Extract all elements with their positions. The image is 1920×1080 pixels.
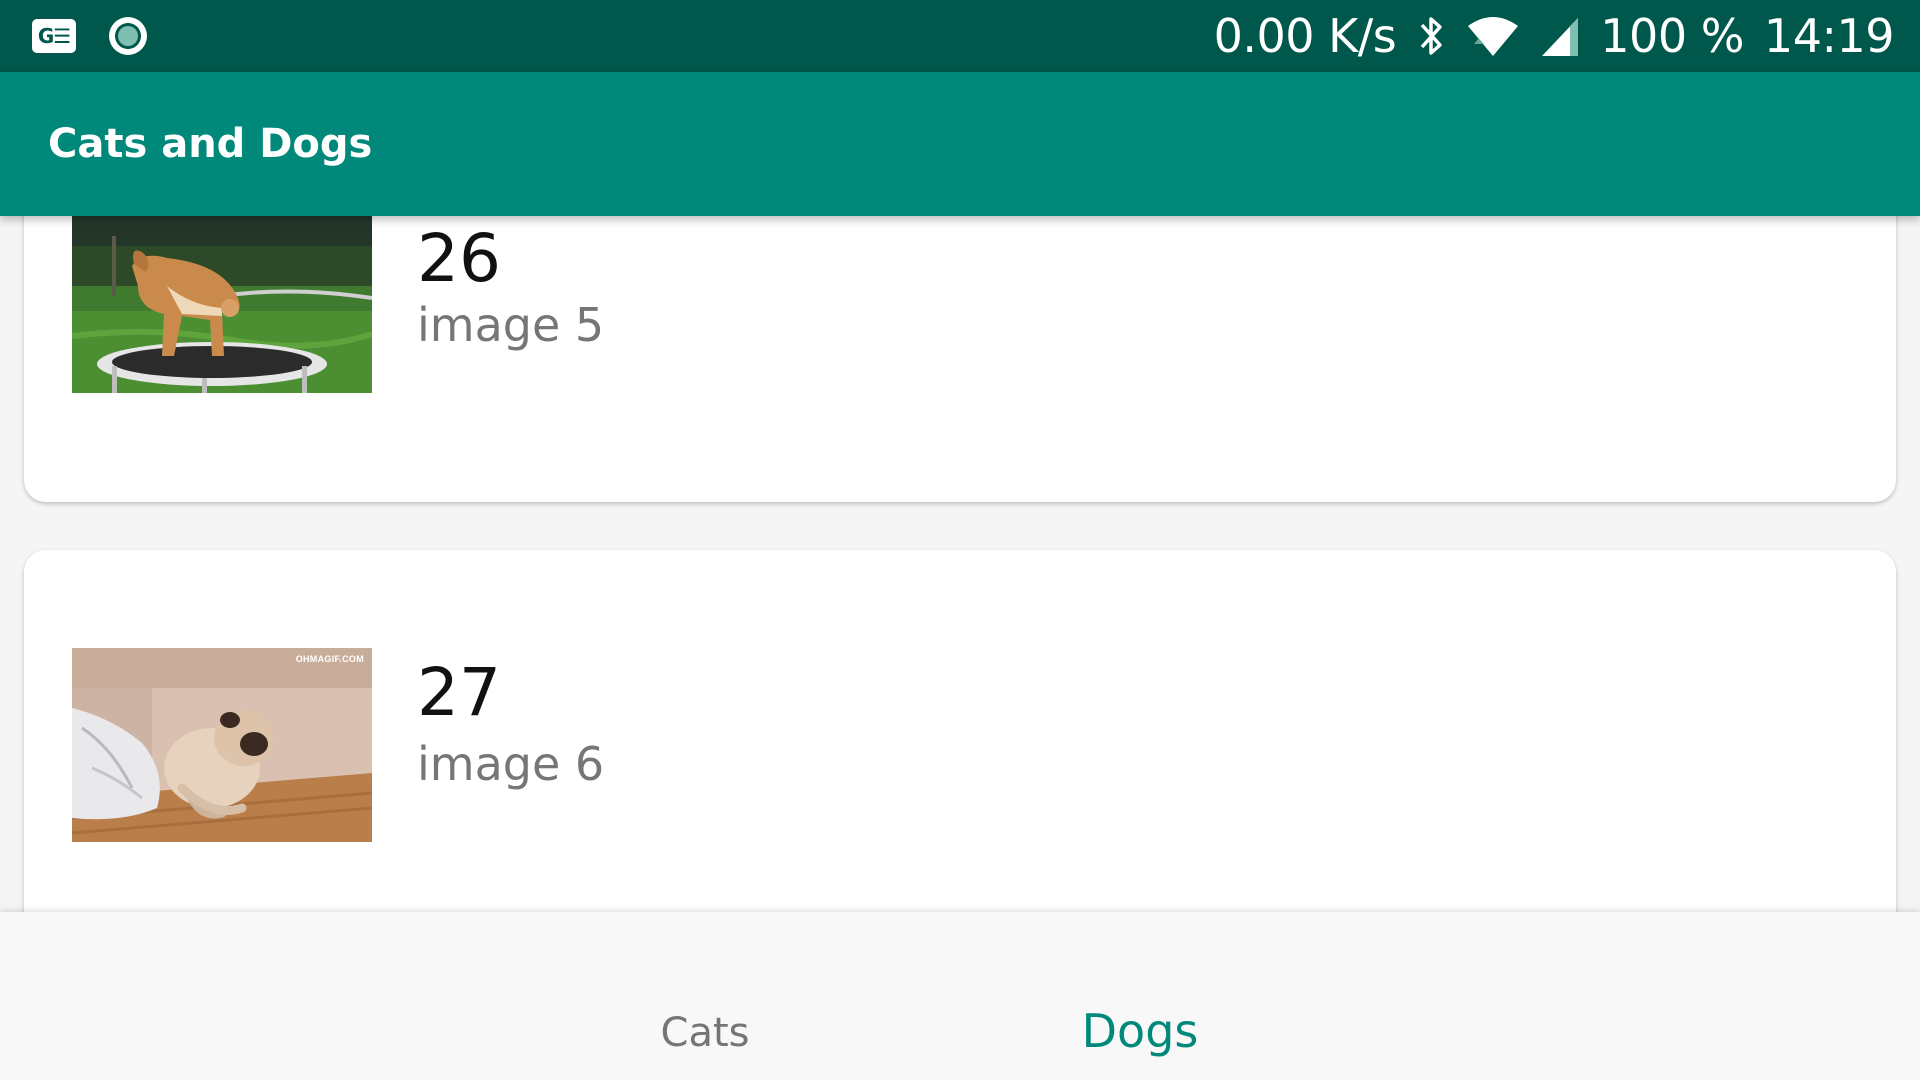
bluetooth-icon	[1416, 13, 1446, 59]
item-number: 27	[417, 654, 501, 731]
battery-percent: 100 %	[1600, 9, 1744, 63]
wifi-icon	[1466, 14, 1520, 58]
item-subtitle: image 5	[417, 298, 605, 352]
cell-signal-icon	[1540, 14, 1580, 58]
tab-cats[interactable]: Cats	[0, 912, 960, 1080]
image-list[interactable]: 26 image 5 OHMAGIF.COM 27 image 6	[0, 216, 1920, 912]
shiba-dog-on-trampoline-image	[72, 216, 372, 393]
pug-sitting-on-floor-image: OHMAGIF.COM	[72, 648, 372, 842]
list-item[interactable]: OHMAGIF.COM 27 image 6	[24, 550, 1896, 912]
status-bar: G☰ 0.00 K/s 100 % 14:19	[0, 0, 1920, 72]
network-speed: 0.00 K/s	[1213, 9, 1397, 63]
app-title: Cats and Dogs	[48, 121, 373, 167]
tab-cats-label: Cats	[660, 1010, 750, 1056]
list-item[interactable]: 26 image 5	[24, 216, 1896, 502]
item-subtitle: image 6	[417, 737, 605, 791]
item-number: 26	[417, 220, 501, 297]
tab-dogs[interactable]: Dogs	[960, 912, 1920, 1080]
app-screen: G☰ 0.00 K/s 100 % 14:19 Cats and Dogs 26…	[0, 0, 1920, 1080]
ge-badge-icon: G☰	[32, 19, 76, 53]
clock: 14:19	[1763, 9, 1895, 63]
ring-circle-icon	[106, 14, 150, 58]
app-bar: Cats and Dogs	[0, 72, 1920, 216]
bottom-navigation: Cats Dogs	[0, 912, 1920, 1080]
watermark: OHMAGIF.COM	[295, 654, 364, 664]
tab-dogs-label: Dogs	[1081, 1004, 1199, 1058]
